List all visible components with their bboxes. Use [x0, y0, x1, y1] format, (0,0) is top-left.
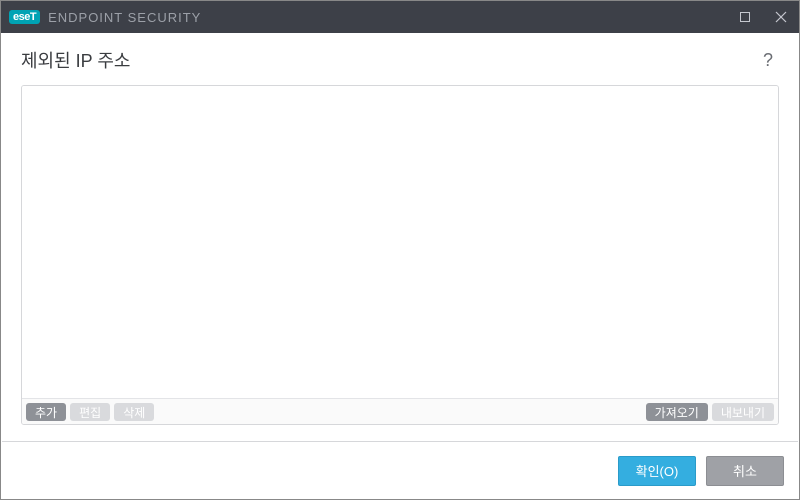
add-button[interactable]: 추가: [26, 403, 66, 421]
page-title: 제외된 IP 주소: [21, 47, 130, 73]
brand-logo: eseT: [9, 10, 40, 24]
cancel-button[interactable]: 취소: [706, 456, 784, 486]
close-button[interactable]: [763, 1, 799, 33]
import-button[interactable]: 가져오기: [646, 403, 708, 421]
list-toolbar: 추가 편집 삭제 가져오기 내보내기: [22, 398, 778, 424]
export-button[interactable]: 내보내기: [712, 403, 774, 421]
ip-list-frame: 추가 편집 삭제 가져오기 내보내기: [21, 85, 779, 425]
edit-button[interactable]: 편집: [70, 403, 110, 421]
maximize-icon: [739, 11, 751, 23]
dialog-footer: 확인(O) 취소: [2, 441, 798, 499]
content-area: 제외된 IP 주소 ? 추가 편집 삭제 가져오기 내보내기: [1, 33, 799, 433]
titlebar: eseT ENDPOINT SECURITY: [1, 1, 799, 33]
help-button[interactable]: ?: [757, 48, 779, 73]
ok-button[interactable]: 확인(O): [618, 456, 696, 486]
page-header: 제외된 IP 주소 ?: [21, 47, 779, 73]
delete-button[interactable]: 삭제: [114, 403, 154, 421]
maximize-button[interactable]: [727, 1, 763, 33]
close-icon: [775, 11, 787, 23]
ip-list[interactable]: [22, 86, 778, 398]
product-name: ENDPOINT SECURITY: [48, 10, 201, 25]
